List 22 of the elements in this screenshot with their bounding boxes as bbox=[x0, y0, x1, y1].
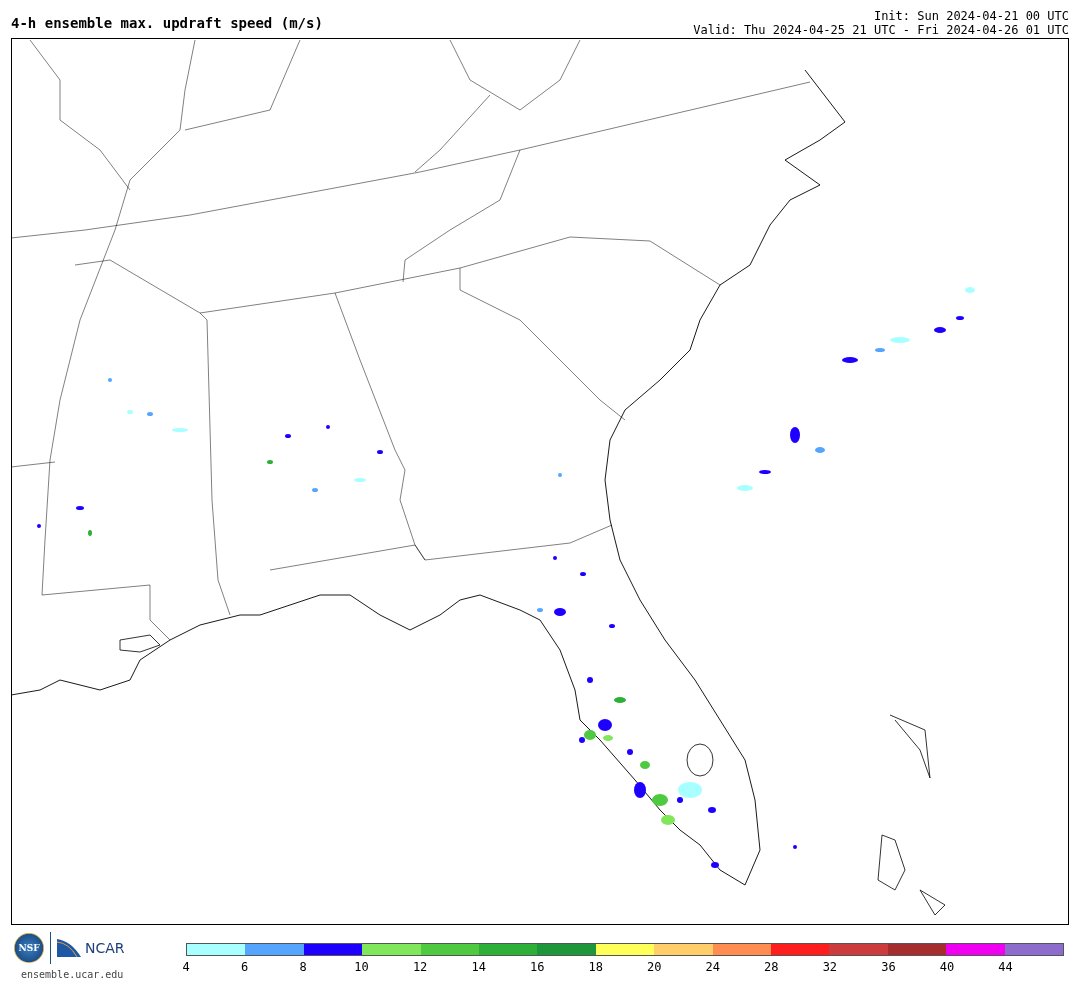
tick-label: 10 bbox=[354, 960, 369, 974]
nsf-logo: NSF bbox=[14, 933, 44, 963]
tick-label: 40 bbox=[939, 960, 955, 974]
tick-label: 36 bbox=[881, 960, 896, 974]
tick-label: 6 bbox=[240, 960, 249, 974]
tick-label: 4 bbox=[182, 960, 190, 974]
tick-label: 20 bbox=[647, 960, 662, 974]
ncar-logo: NCAR bbox=[85, 940, 125, 956]
tick-label: 28 bbox=[764, 960, 779, 974]
tick-label: 8 bbox=[299, 960, 307, 974]
tick-label: 12 bbox=[412, 960, 428, 974]
ncar-wedge-icon bbox=[57, 939, 81, 957]
website-url: ensemble.ucar.edu bbox=[21, 969, 125, 980]
init-time: Init: Sun 2024-04-21 00 UTC bbox=[873, 9, 1069, 23]
tick-label: 14 bbox=[471, 960, 486, 974]
valid-time: Valid: Thu 2024-04-25 21 UTC - Fri 2024-04-26 01 UTC bbox=[693, 23, 1069, 37]
tick-label: 18 bbox=[588, 960, 603, 974]
tick-label: 24 bbox=[705, 960, 720, 974]
tick-label: 44 bbox=[998, 960, 1013, 974]
tick-label: 16 bbox=[529, 960, 545, 974]
tick-label: 32 bbox=[822, 960, 838, 974]
chart-title: 4-h ensemble max. updraft speed (m/s) bbox=[11, 15, 323, 31]
